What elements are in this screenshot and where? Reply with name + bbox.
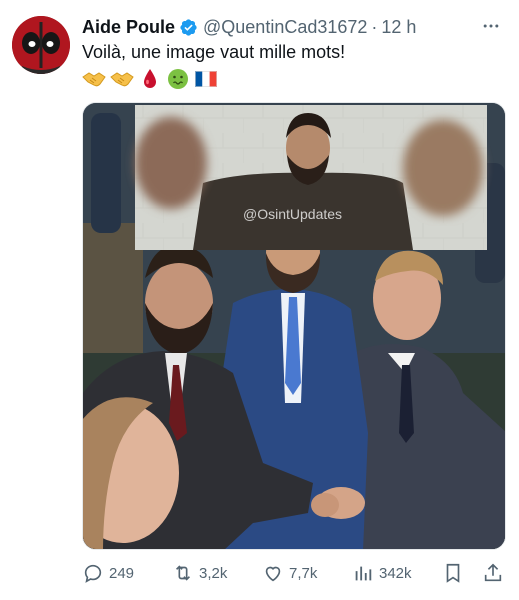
repost-count: 3,2k: [199, 564, 228, 582]
repost-icon: [175, 565, 191, 581]
tweet-text: Voilà, une image vaut mille mots!: [82, 42, 346, 62]
views-chart-icon: [355, 566, 372, 581]
verified-badge-icon: [180, 18, 197, 36]
reply-count: 249: [109, 564, 135, 582]
author-display-name[interactable]: Aide Poule: [82, 17, 175, 38]
reply-button[interactable]: 249: [82, 560, 134, 586]
nauseated-face-emoji-icon: [166, 68, 190, 90]
bookmark-icon: [446, 563, 460, 583]
like-count: 7,7k: [289, 564, 318, 582]
like-button[interactable]: 7,7k: [262, 560, 317, 586]
share-icon: [484, 563, 502, 582]
share-button[interactable]: [482, 560, 504, 586]
flag-france-emoji-icon: [194, 68, 218, 90]
views-button[interactable]: 342k: [352, 560, 412, 586]
tweet-header: Aide Poule @QuentinCad31672 · 12 h: [82, 14, 507, 40]
reply-icon: [84, 564, 102, 583]
separator-dot: ·: [371, 16, 378, 37]
drop-of-blood-emoji-icon: [138, 68, 162, 90]
views-count: 342k: [379, 564, 412, 582]
repost-button[interactable]: 3,2k: [172, 560, 227, 586]
handshake-emoji-icon: [82, 68, 106, 90]
post-media-image[interactable]: @OsintUpdates: [82, 102, 506, 550]
bookmark-button[interactable]: [442, 560, 464, 586]
handshake-emoji-icon: [110, 68, 134, 90]
deadpool-avatar-icon: [12, 16, 70, 74]
emoji-row: [82, 67, 218, 91]
post-timestamp[interactable]: 12 h: [381, 17, 416, 38]
tweet: Aide Poule @QuentinCad31672 · 12 h Voilà…: [0, 0, 519, 600]
more-horizontal-icon[interactable]: [479, 14, 503, 38]
author-handle[interactable]: @QuentinCad31672: [203, 17, 367, 38]
inset-watermark: @OsintUpdates: [243, 206, 343, 222]
action-bar: 249 3,2k 7,7k 342k: [82, 560, 506, 586]
author-avatar[interactable]: [12, 16, 70, 74]
heart-icon: [265, 566, 281, 582]
